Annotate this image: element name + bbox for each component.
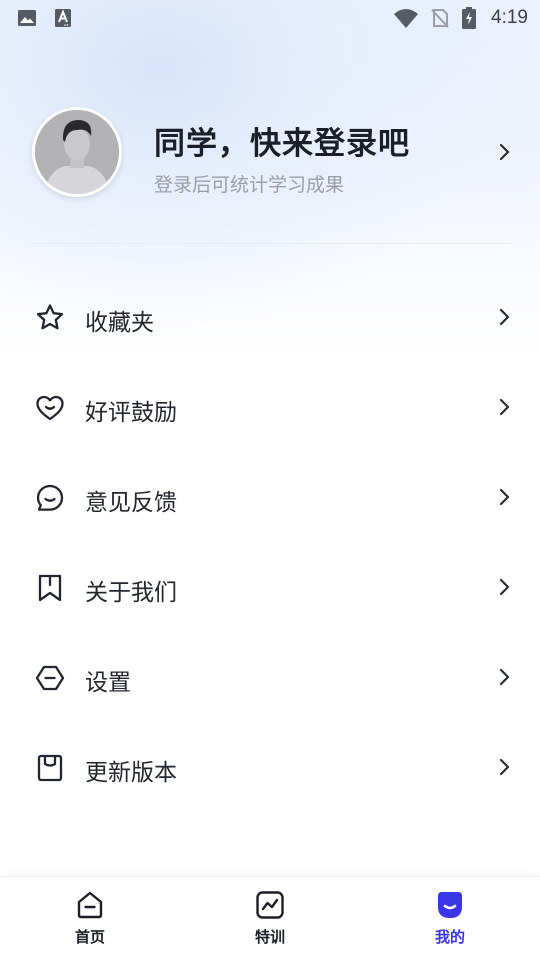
screen: 4:19 同学，快来登录吧 登录后可统计学习成果 收藏夹 好评鼓励 意见反馈 关… — [0, 0, 540, 960]
status-time: 4:19 — [491, 7, 528, 28]
menu-label: 意见反馈 — [85, 490, 177, 516]
chevron-right-icon — [499, 668, 510, 686]
menu-label: 关于我们 — [85, 580, 177, 606]
status-left — [16, 7, 74, 29]
divider — [30, 243, 510, 244]
bookmark-icon — [38, 574, 62, 602]
chevron-right-icon — [499, 488, 510, 506]
nav-item-home[interactable]: 首页 — [50, 889, 130, 947]
profile-title: 同学，快来登录吧 — [154, 126, 410, 162]
default-avatar-icon — [35, 110, 119, 194]
image-icon — [18, 10, 36, 26]
avatar-image — [35, 110, 119, 194]
heart-icon — [36, 395, 64, 421]
menu-item-update[interactable]: 更新版本 — [0, 722, 540, 812]
profile-smile-icon — [438, 892, 462, 918]
bottom-nav: 首页 特训 我的 — [0, 876, 540, 960]
menu-label: 好评鼓励 — [85, 400, 177, 426]
avatar[interactable] — [32, 107, 122, 197]
battery-charging-icon — [462, 7, 477, 29]
chevron-right-icon — [499, 308, 510, 326]
status-bar: 4:19 — [0, 0, 540, 36]
chevron-right-icon — [499, 398, 510, 416]
menu-label: 设置 — [85, 670, 131, 696]
menu-item-feedback[interactable]: 意见反馈 — [0, 452, 540, 542]
login-profile-card[interactable]: 同学，快来登录吧 登录后可统计学习成果 — [0, 100, 540, 204]
wifi-icon — [394, 9, 419, 28]
star-icon — [36, 304, 64, 330]
nav-label: 我的 — [434, 928, 465, 946]
hexagon-settings-icon — [35, 665, 65, 691]
chevron-right-icon — [499, 758, 510, 776]
menu-label: 更新版本 — [85, 760, 177, 786]
menu-item-favorites[interactable]: 收藏夹 — [0, 272, 540, 362]
text-a-icon — [55, 9, 71, 27]
nav-label: 首页 — [74, 928, 105, 946]
menu-item-settings[interactable]: 设置 — [0, 632, 540, 722]
nav-item-mine[interactable]: 我的 — [410, 889, 490, 947]
no-sim-icon — [431, 9, 449, 28]
box-icon — [37, 754, 63, 782]
home-icon — [77, 891, 103, 919]
chevron-right-icon — [499, 143, 510, 161]
trend-icon — [256, 891, 284, 919]
menu-item-rate[interactable]: 好评鼓励 — [0, 362, 540, 452]
chevron-right-icon — [499, 578, 510, 596]
profile-subtitle: 登录后可统计学习成果 — [154, 174, 345, 196]
settings-menu: 收藏夹 好评鼓励 意见反馈 关于我们 设置 更新版本 — [0, 272, 540, 812]
status-right: 4:19 — [393, 6, 528, 30]
nav-item-training[interactable]: 特训 — [230, 889, 310, 947]
menu-item-about[interactable]: 关于我们 — [0, 542, 540, 632]
menu-label: 收藏夹 — [85, 310, 154, 336]
nav-label: 特训 — [254, 928, 285, 946]
chat-bubble-icon — [36, 484, 64, 511]
